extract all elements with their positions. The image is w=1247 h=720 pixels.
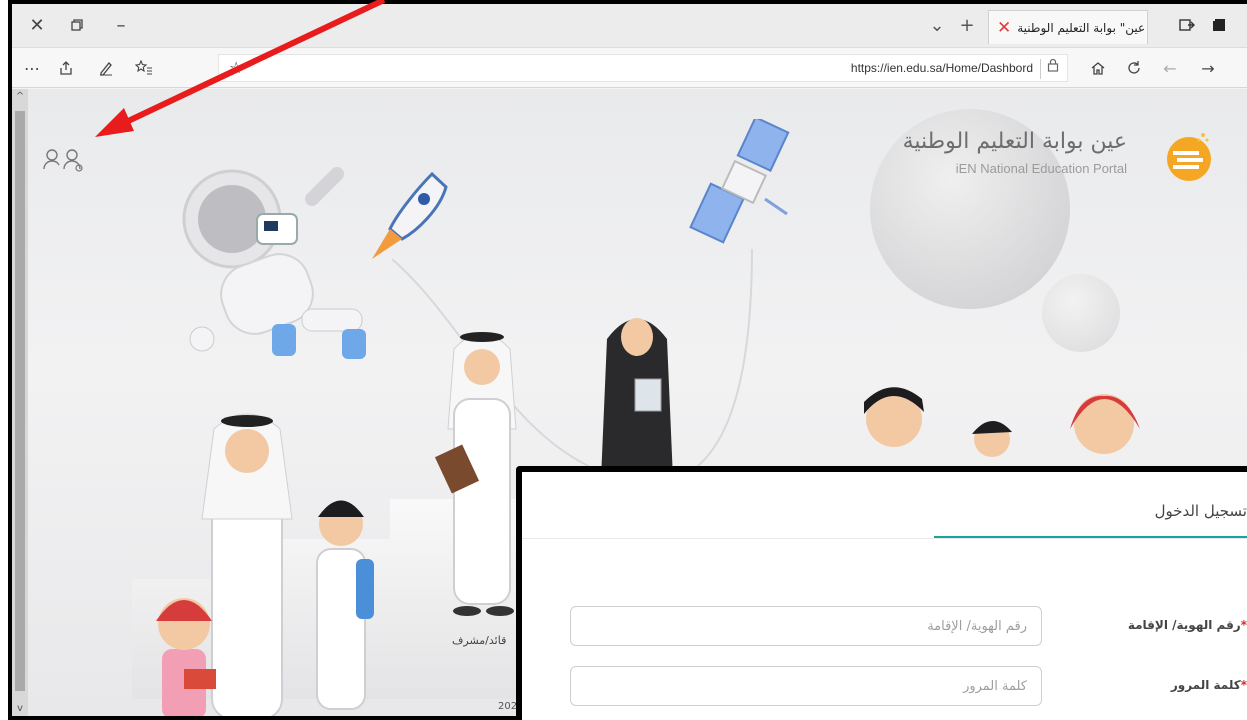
vertical-scrollbar[interactable]: ^ v bbox=[12, 89, 28, 716]
navigation-bar: ⋯ ☆ https://ien.edu.sa/Home/Dashbord ← → bbox=[12, 48, 1247, 88]
id-field-label: *رقم الهوية/ الإقامة bbox=[1127, 618, 1247, 632]
role-label[interactable]: قائد/مشرف bbox=[452, 634, 506, 647]
ien-logo[interactable]: عين بوابة التعليم الوطنية iEN National E… bbox=[903, 109, 1227, 189]
tab-login[interactable]: تسجيل الدخول bbox=[1155, 502, 1247, 520]
address-divider bbox=[1040, 59, 1041, 79]
login-divider bbox=[522, 538, 1247, 539]
password-input[interactable] bbox=[570, 666, 1042, 706]
tab-active[interactable]: ✕ عين" بوابة التعليم الوطنية bbox=[988, 10, 1148, 44]
father-son-daughter-illustration bbox=[156, 413, 374, 716]
minimize-icon[interactable]: – bbox=[106, 12, 136, 38]
id-number-input[interactable] bbox=[570, 606, 1042, 646]
ien-logo-mark bbox=[1167, 133, 1211, 181]
scroll-up-icon[interactable]: ^ bbox=[14, 91, 26, 102]
scroll-down-icon[interactable]: v bbox=[14, 703, 26, 714]
restore-icon[interactable] bbox=[62, 12, 92, 38]
show-tabs-icon[interactable] bbox=[1206, 12, 1232, 38]
small-moon-illustration bbox=[1042, 274, 1120, 352]
tab-list-chevron-icon[interactable]: ⌄ bbox=[924, 12, 950, 38]
tab-close-icon[interactable]: ✕ bbox=[997, 18, 1011, 38]
new-tab-button[interactable]: + bbox=[954, 12, 980, 38]
tabs-aside-icon[interactable] bbox=[1174, 12, 1200, 38]
tab-title: عين" بوابة التعليم الوطنية bbox=[1017, 20, 1146, 35]
login-panel: تسجيل الدخول *رقم الهوية/ الإقامة *كلمة … bbox=[516, 466, 1247, 720]
share-icon[interactable] bbox=[52, 54, 80, 82]
more-icon[interactable]: ⋯ bbox=[18, 54, 46, 82]
lock-icon[interactable] bbox=[1047, 58, 1059, 76]
favorites-icon[interactable] bbox=[130, 54, 158, 82]
scrollbar-thumb[interactable] bbox=[15, 111, 25, 691]
password-field-label: *كلمة المرور bbox=[1170, 678, 1247, 692]
teacher-illustration bbox=[601, 318, 673, 479]
users-icon[interactable] bbox=[42, 147, 90, 173]
star-icon[interactable]: ☆ bbox=[229, 58, 243, 77]
refresh-icon[interactable] bbox=[1120, 54, 1148, 82]
back-arrow-icon[interactable]: ← bbox=[1156, 54, 1184, 82]
logo-english-text: iEN National Education Portal bbox=[955, 161, 1127, 176]
pen-icon[interactable] bbox=[92, 54, 120, 82]
url-text: https://ien.edu.sa/Home/Dashbord bbox=[850, 61, 1033, 75]
forward-arrow-icon[interactable]: → bbox=[1194, 54, 1222, 82]
title-bar: ✕ – ⌄ + ✕ عين" بوابة التعليم الوطنية bbox=[12, 4, 1247, 48]
home-icon[interactable] bbox=[1084, 54, 1112, 82]
logo-arabic-text: عين بوابة التعليم الوطنية bbox=[902, 129, 1127, 154]
students-illustration bbox=[864, 387, 1140, 457]
address-bar[interactable]: ☆ https://ien.edu.sa/Home/Dashbord bbox=[218, 54, 1068, 82]
close-icon[interactable]: ✕ bbox=[22, 12, 52, 38]
satellite-illustration bbox=[689, 119, 790, 244]
